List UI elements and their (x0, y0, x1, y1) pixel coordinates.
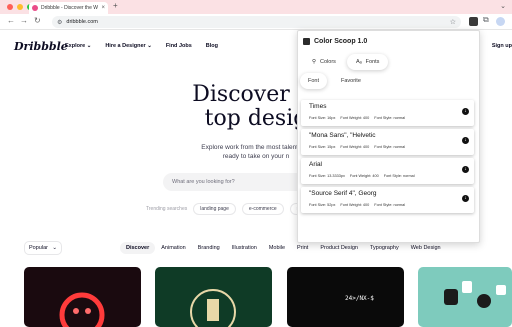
font-family-name: Arial (309, 161, 323, 168)
dribbble-favicon-icon (32, 5, 38, 11)
tab-discover[interactable]: Discover (120, 242, 156, 254)
font-card[interactable]: Times Font Size: 16px Font Weight: 400 F… (301, 100, 474, 126)
font-weight: Font Weight: 400 (340, 145, 370, 149)
mode-tabs: ⚲ Colors Aₐ Fonts (303, 54, 389, 70)
tab-branding[interactable]: Branding (192, 242, 226, 254)
url-text[interactable]: dribbble.com (66, 19, 445, 25)
close-window-button[interactable] (7, 4, 13, 10)
font-weight: Font Weight: 400 (340, 203, 370, 207)
tab-title: Dribbble - Discover the Wor... (41, 5, 98, 11)
font-style: Font Style: normal (383, 174, 415, 178)
font-meta: Font Size: 52px Font Weight: 400 Font St… (309, 203, 405, 207)
shot-thumbnail[interactable] (24, 267, 141, 327)
tab-product-design[interactable]: Product Design (314, 242, 364, 254)
download-icon[interactable]: ↓ (462, 137, 469, 144)
dribbble-logo[interactable]: Dribbble (14, 40, 68, 53)
sign-up-link[interactable]: Sign up (492, 43, 512, 49)
back-icon[interactable]: ← (7, 16, 15, 25)
popup-title: Color Scoop 1.0 (314, 38, 368, 45)
tab-mobile[interactable]: Mobile (263, 242, 291, 254)
download-icon[interactable]: ↓ (462, 108, 469, 115)
font-style: Font Style: normal (374, 145, 406, 149)
tab-colors-label: Colors (320, 59, 336, 65)
search-placeholder: What are you looking for? (172, 179, 235, 185)
font-sub-tabs: Font Favorite (300, 73, 369, 89)
font-icon: Aₐ (355, 59, 362, 65)
tab-print[interactable]: Print (291, 242, 314, 254)
tab-fonts-label: Fonts (365, 59, 380, 65)
font-card[interactable]: Arial Font Size: 13.3333px Font Weight: … (301, 158, 474, 184)
shot-thumbnail[interactable] (418, 267, 512, 327)
color-scoop-extension-icon[interactable] (469, 17, 478, 26)
font-size: Font Size: 13.3333px (309, 174, 345, 178)
font-style: Font Style: normal (374, 203, 406, 207)
tab-colors[interactable]: ⚲ Colors (303, 54, 345, 70)
new-tab-button[interactable]: + (113, 1, 118, 10)
color-scoop-logo-icon (303, 38, 310, 45)
browser-tab-dribbble[interactable]: Dribbble - Discover the Wor... × (29, 2, 108, 14)
download-icon[interactable]: ↓ (462, 195, 469, 202)
font-card[interactable]: "Mona Sans", "Helvetic Font Size: 15px F… (301, 129, 474, 155)
sort-dropdown-label: Popular (29, 245, 48, 251)
font-size: Font Size: 15px (309, 145, 336, 149)
font-style: Font Style: normal (374, 116, 406, 120)
reload-icon[interactable]: ↻ (34, 16, 41, 25)
font-meta: Font Size: 13.3333px Font Weight: 400 Fo… (309, 174, 415, 178)
tab-close-icon[interactable]: × (101, 5, 105, 11)
shot-artwork-badge (190, 289, 236, 327)
tab-web-design[interactable]: Web Design (405, 242, 447, 254)
nav-explore[interactable]: Explore ⌄ (65, 43, 91, 49)
font-meta: Font Size: 16px Font Weight: 400 Font St… (309, 116, 405, 120)
popup-header: Color Scoop 1.0 (303, 38, 367, 45)
nav-blog[interactable]: Blog (206, 43, 218, 49)
font-weight: Font Weight: 400 (349, 174, 379, 178)
bookmark-star-icon[interactable]: ☆ (450, 18, 456, 26)
tab-fonts[interactable]: Aₐ Fonts (346, 54, 389, 70)
trending-label: Trending searches (146, 206, 188, 212)
minimize-window-button[interactable] (17, 4, 23, 10)
color-scoop-popup: Color Scoop 1.0 ⚲ Colors Aₐ Fonts Font F… (297, 30, 480, 243)
tab-illustration[interactable]: Illustration (226, 242, 263, 254)
top-navigation: Explore ⌄ Hire a Designer ⌄ Find Jobs Bl… (65, 43, 218, 49)
browser-toolbar: ← → ↻ ⚙ dribbble.com ☆ ⧉ (0, 14, 512, 30)
shot-text: 24>/NX-$ (345, 295, 374, 302)
font-meta: Font Size: 15px Font Weight: 400 Font St… (309, 145, 405, 149)
font-card[interactable]: "Source Serif 4", Georg Font Size: 52px … (301, 187, 474, 213)
download-icon[interactable]: ↓ (462, 166, 469, 173)
nav-find-jobs[interactable]: Find Jobs (166, 43, 192, 49)
extensions-puzzle-icon[interactable]: ⧉ (483, 15, 492, 24)
shot-thumbnail[interactable]: 24>/NX-$ (287, 267, 404, 327)
trending-chip[interactable]: landing page (193, 203, 236, 215)
tab-font[interactable]: Font (300, 73, 328, 89)
nav-hire-designer[interactable]: Hire a Designer ⌄ (105, 43, 152, 49)
site-info-icon[interactable]: ⚙ (57, 19, 62, 26)
tab-search-icon[interactable]: ⌄ (500, 2, 506, 10)
forward-icon[interactable]: → (20, 16, 28, 25)
search-icon: ⚲ (312, 59, 317, 65)
filter-row: Popular ⌄ Discover Animation Branding Il… (24, 241, 512, 255)
font-family-name: "Mona Sans", "Helvetic (309, 132, 376, 139)
shot-artwork-red-mascot (59, 292, 105, 327)
chevron-down-icon: ⌄ (52, 245, 57, 251)
font-family-name: "Source Serif 4", Georg (309, 190, 377, 197)
font-size: Font Size: 52px (309, 203, 336, 207)
font-weight: Font Weight: 400 (340, 116, 370, 120)
shot-artwork-objects (444, 281, 506, 308)
tab-typography[interactable]: Typography (364, 242, 405, 254)
sort-dropdown[interactable]: Popular ⌄ (24, 241, 62, 255)
address-bar[interactable]: ⚙ dribbble.com ☆ (52, 16, 461, 28)
trending-searches: Trending searches landing page e-commerc… (146, 203, 315, 215)
profile-avatar[interactable] (496, 17, 505, 26)
font-size: Font Size: 16px (309, 116, 336, 120)
tab-favorite[interactable]: Favorite (333, 73, 369, 89)
trending-chip[interactable]: e-commerce (241, 203, 284, 215)
font-family-name: Times (309, 103, 327, 110)
category-tabs: Discover Animation Branding Illustration… (120, 241, 447, 255)
browser-tab-bar: Dribbble - Discover the Wor... × + ⌄ (0, 0, 512, 14)
tab-animation[interactable]: Animation (155, 242, 191, 254)
shot-thumbnail[interactable] (155, 267, 272, 327)
